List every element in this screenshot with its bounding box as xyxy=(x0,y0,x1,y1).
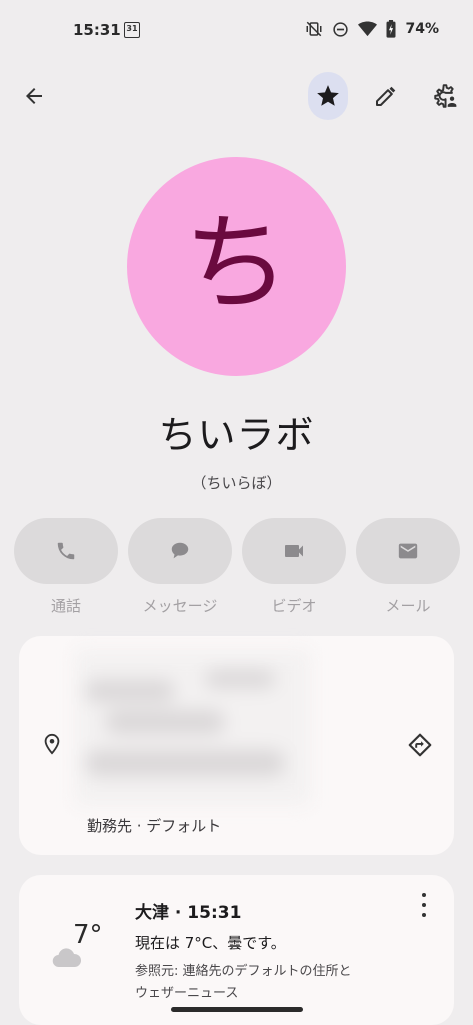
contact-phonetic-name: （ちいらぼ） xyxy=(191,474,282,492)
star-icon xyxy=(317,85,339,106)
location-pin-icon xyxy=(41,732,63,760)
mail-icon xyxy=(398,543,418,559)
weather-source-line2: ウェザーニュース xyxy=(135,986,239,1001)
phone-icon xyxy=(57,542,75,560)
avatar-letter: ち xyxy=(183,201,290,325)
message-action[interactable]: メッセージ xyxy=(128,518,232,616)
call-label: 通話 xyxy=(50,597,81,615)
status-bar: 15:31 31 74% xyxy=(0,0,473,60)
message-label: メッセージ xyxy=(142,597,218,615)
status-time: 15:31 xyxy=(73,21,121,39)
contact-settings-button[interactable] xyxy=(425,72,465,120)
video-button[interactable] xyxy=(242,518,346,584)
contact-name: ちいラボ xyxy=(158,413,315,457)
more-options-button[interactable] xyxy=(415,893,433,917)
video-icon xyxy=(285,545,303,557)
battery-percentage: 74% xyxy=(405,21,439,37)
calendar-notification-icon: 31 xyxy=(124,22,140,38)
weather-title: 大津 · 15:31 xyxy=(135,903,242,923)
address-card[interactable]: 勤務先 · デフォルト xyxy=(19,636,454,855)
message-button[interactable] xyxy=(128,518,232,584)
battery-charging-icon xyxy=(386,20,396,38)
vibrate-off-icon xyxy=(306,21,322,37)
address-type-label: 勤務先 · デフォルト xyxy=(87,817,222,835)
more-vert-icon xyxy=(422,893,426,897)
mail-label: メール xyxy=(385,597,431,615)
weather-temperature: 7° xyxy=(73,920,103,950)
weather-description: 現在は 7°C、曇です。 xyxy=(135,934,286,952)
cloud-icon xyxy=(51,947,83,973)
arrow-back-icon xyxy=(26,88,42,104)
back-button[interactable] xyxy=(14,72,54,120)
top-app-bar xyxy=(0,72,473,124)
weather-card[interactable]: 7° 大津 · 15:31 現在は 7°C、曇です。 参照元: 連絡先のデフォル… xyxy=(19,875,454,1025)
call-action[interactable]: 通話 xyxy=(14,518,118,616)
message-icon xyxy=(171,542,189,559)
favorite-button[interactable] xyxy=(308,72,348,120)
video-label: ビデオ xyxy=(271,597,317,615)
directions-button[interactable] xyxy=(407,732,433,762)
mail-button[interactable] xyxy=(356,518,460,584)
directions-icon xyxy=(408,733,432,757)
video-action[interactable]: ビデオ xyxy=(242,518,346,616)
weather-source-line1: 参照元: 連絡先のデフォルトの住所と xyxy=(135,964,352,979)
mail-action[interactable]: メール xyxy=(356,518,460,616)
edit-button[interactable] xyxy=(366,72,406,120)
contact-actions: 通話 メッセージ ビデオ メール xyxy=(14,518,460,618)
wifi-icon xyxy=(358,21,378,37)
contact-avatar: ち xyxy=(127,157,346,376)
settings-account-icon xyxy=(434,84,457,108)
do-not-disturb-icon xyxy=(333,21,349,37)
pencil-icon xyxy=(376,86,396,106)
call-button[interactable] xyxy=(14,518,118,584)
blurred-address-text xyxy=(75,650,310,805)
home-indicator[interactable] xyxy=(171,1007,303,1012)
